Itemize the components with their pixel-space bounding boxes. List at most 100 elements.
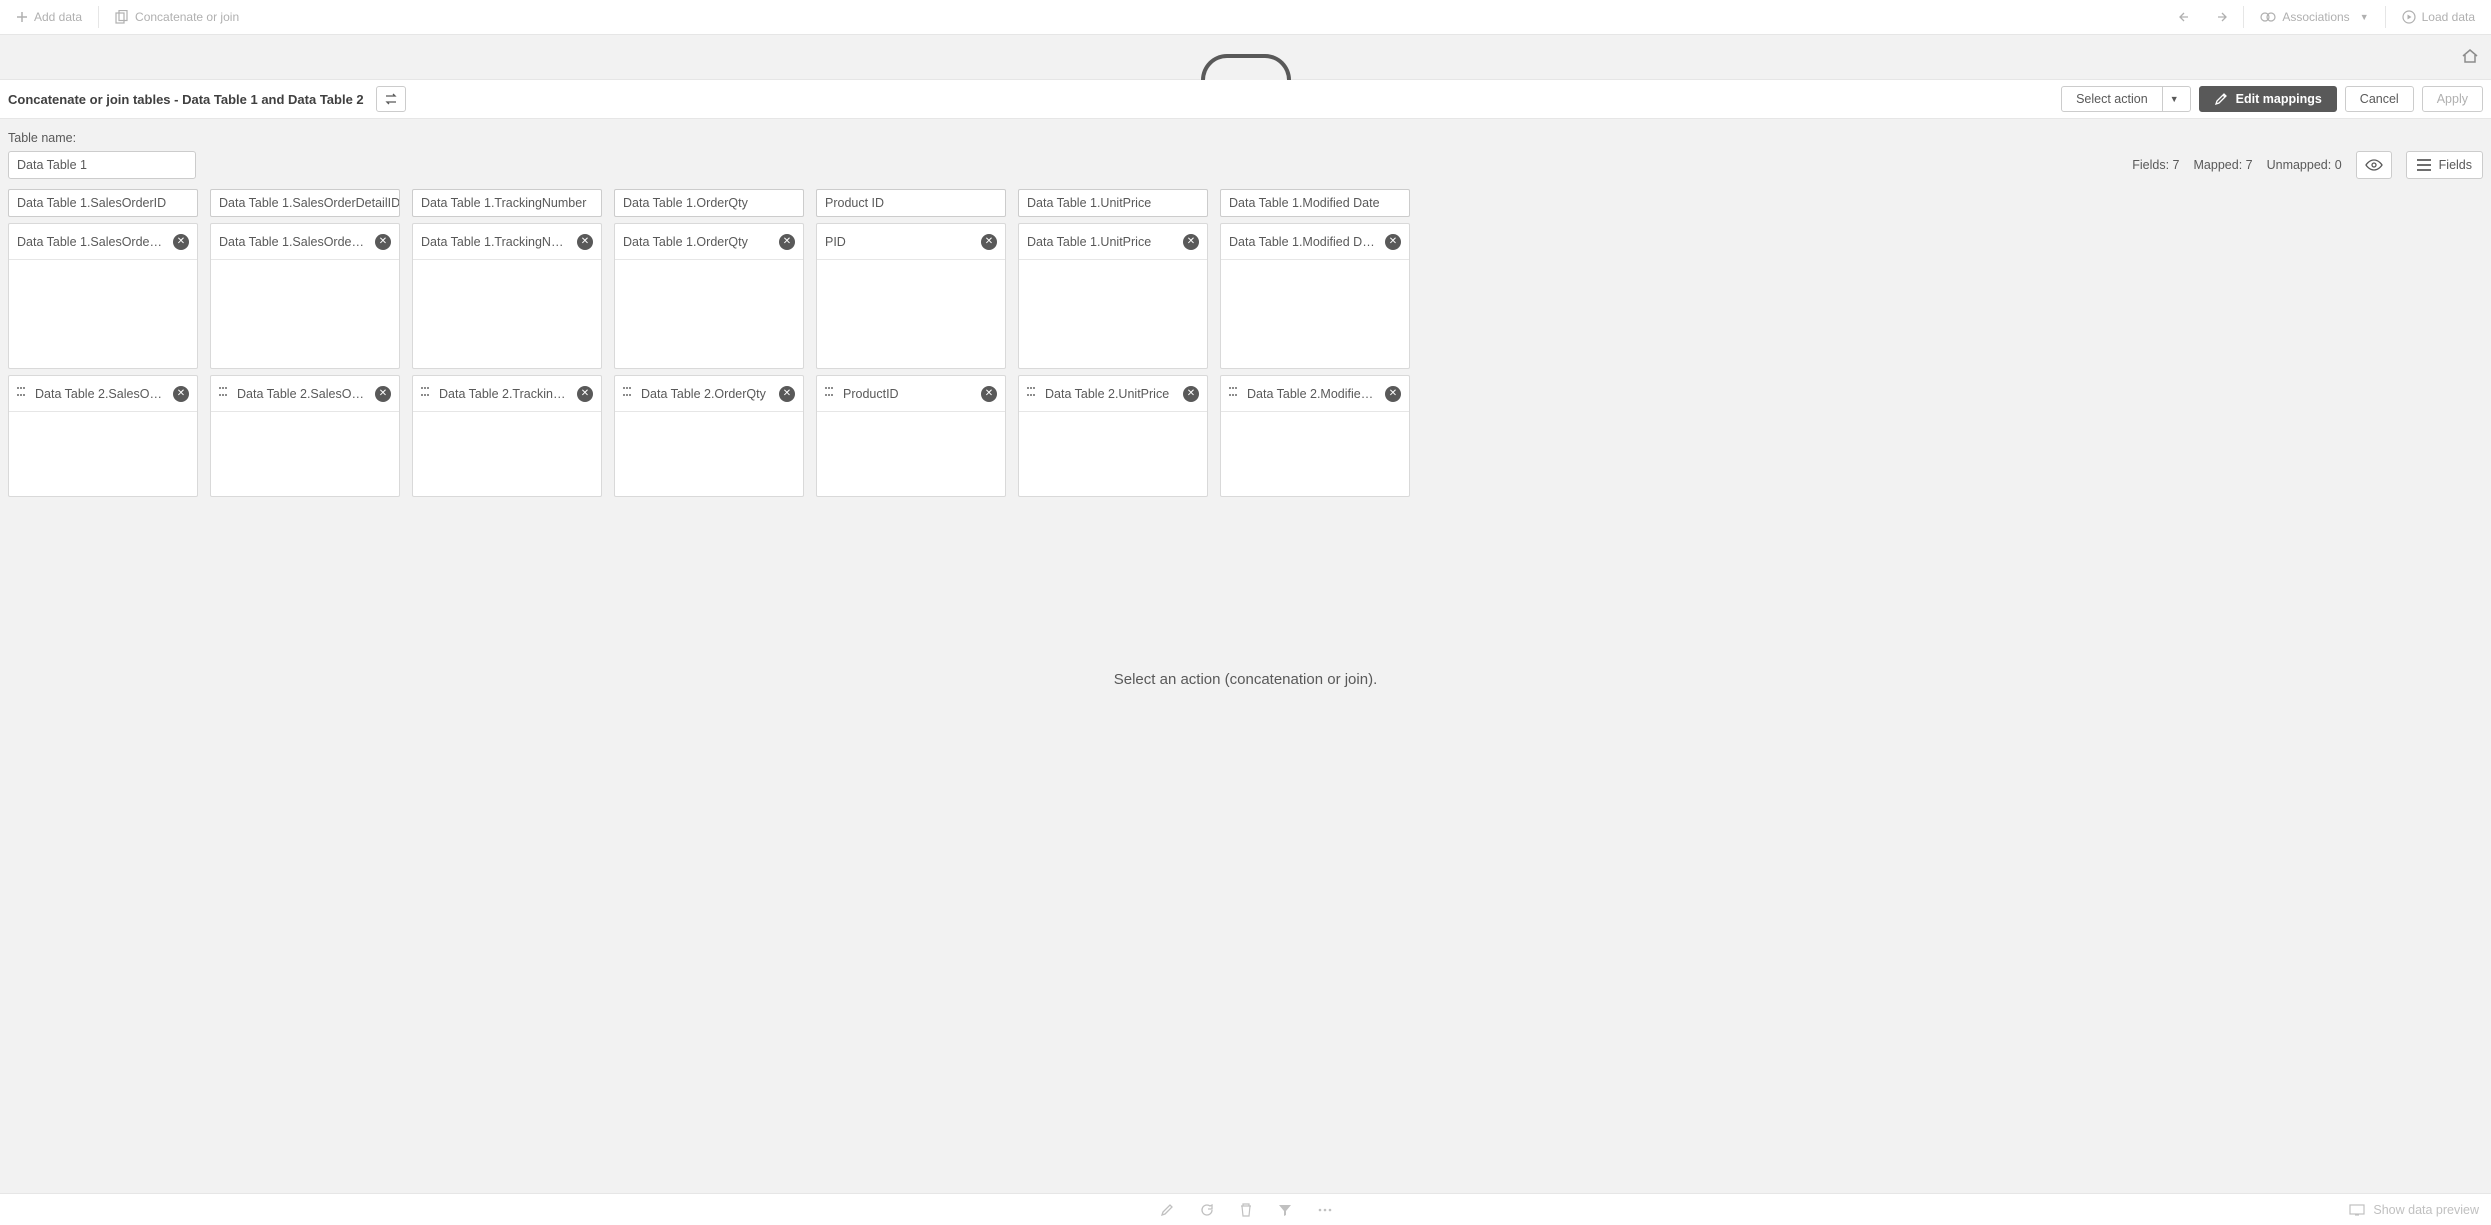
mapping-row[interactable]: Data Table 2.SalesOr… ✕ <box>211 376 399 412</box>
mapping-row[interactable]: PID ✕ <box>817 224 1005 260</box>
cancel-button[interactable]: Cancel <box>2345 86 2414 112</box>
mapping-card-source: Data Table 1.SalesOrderID ✕ <box>8 223 198 369</box>
mapping-card-source: Data Table 1.SalesOrder…✕ <box>210 223 400 369</box>
mapping-card-source: Data Table 1.OrderQty✕ <box>614 223 804 369</box>
mapping-card-target: Data Table 2.Modifie…✕ <box>1220 375 1410 497</box>
monitor-icon <box>2349 1204 2365 1216</box>
mapping-row[interactable]: Data Table 1.Modified Date ✕ <box>1221 224 1409 260</box>
mapping-card-target: ProductID ✕ <box>816 375 1006 497</box>
mapping-field-label: Data Table 1.UnitPrice <box>1027 235 1175 249</box>
select-action-label: Select action <box>2076 92 2148 106</box>
eye-icon <box>2365 159 2383 171</box>
mapping-field-label: PID <box>825 235 973 249</box>
mapping-card-target: Data Table 2.Trackin…✕ <box>412 375 602 497</box>
load-data-button[interactable]: Load data <box>2394 6 2483 28</box>
grip-icon[interactable] <box>825 387 835 401</box>
mapping-row[interactable]: Data Table 2.Modifie…✕ <box>1221 376 1409 412</box>
column-header[interactable]: Product ID <box>816 189 1006 217</box>
column: Data Table 1.SalesOrderDetailID Data Tabl… <box>210 189 400 497</box>
clear-icon[interactable]: ✕ <box>173 386 189 402</box>
mapping-row[interactable]: Data Table 1.SalesOrder…✕ <box>211 224 399 260</box>
clear-icon[interactable]: ✕ <box>779 234 795 250</box>
mapping-field-label: ProductID <box>843 387 973 401</box>
redo-button[interactable] <box>2205 7 2235 27</box>
edit-mappings-label: Edit mappings <box>2236 92 2322 106</box>
mapping-row[interactable]: Data Table 2.UnitPrice✕ <box>1019 376 1207 412</box>
clear-icon[interactable]: ✕ <box>1183 386 1199 402</box>
arc-handle[interactable] <box>1201 54 1291 80</box>
bottom-delete-icon[interactable] <box>1240 1203 1252 1217</box>
column-header[interactable]: Data Table 1.UnitPrice <box>1018 189 1208 217</box>
column-header[interactable]: Data Table 1.TrackingNumber <box>412 189 602 217</box>
column-header[interactable]: Data Table 1.SalesOrderID <box>8 189 198 217</box>
column-header[interactable]: Data Table 1.SalesOrderDetailID <box>210 189 400 217</box>
load-data-label: Load data <box>2422 10 2475 24</box>
column: Data Table 1.UnitPriceData Table 1.UnitP… <box>1018 189 1208 497</box>
toolbar-divider <box>2385 6 2386 28</box>
grip-icon[interactable] <box>1229 387 1239 401</box>
mapping-field-label: Data Table 1.Modified Date <box>1229 235 1377 249</box>
mapping-row[interactable]: Data Table 1.OrderQty✕ <box>615 224 803 260</box>
mapping-row[interactable]: Data Table 1.UnitPrice ✕ <box>1019 224 1207 260</box>
bottom-refresh-icon[interactable] <box>1200 1203 1214 1217</box>
select-action-dropdown[interactable]: Select action ▼ <box>2061 86 2191 112</box>
header-title: Concatenate or join tables - Data Table … <box>8 92 364 107</box>
fields-stat: Fields: 7 <box>2132 158 2179 172</box>
clear-icon[interactable]: ✕ <box>375 234 391 250</box>
clear-icon[interactable]: ✕ <box>577 386 593 402</box>
clear-icon[interactable]: ✕ <box>1385 234 1401 250</box>
columns-area: Data Table 1.SalesOrderIDData Table 1.Sa… <box>0 185 2491 501</box>
mapping-row[interactable]: Data Table 1.SalesOrderID ✕ <box>9 224 197 260</box>
clear-icon[interactable]: ✕ <box>981 234 997 250</box>
mapping-field-label: Data Table 2.SalesOr… <box>237 387 367 401</box>
column-header[interactable]: Data Table 1.Modified Date <box>1220 189 1410 217</box>
mapping-card-source: PID ✕ <box>816 223 1006 369</box>
edit-mappings-button[interactable]: Edit mappings <box>2199 86 2337 112</box>
mapping-field-label: Data Table 1.SalesOrderID <box>17 235 165 249</box>
mapping-row[interactable]: ProductID ✕ <box>817 376 1005 412</box>
clear-icon[interactable]: ✕ <box>173 234 189 250</box>
mapping-row[interactable]: Data Table 2.OrderQty✕ <box>615 376 803 412</box>
clear-icon[interactable]: ✕ <box>1385 386 1401 402</box>
list-icon <box>2417 159 2431 171</box>
bottom-more-icon[interactable] <box>1318 1208 1332 1212</box>
bottom-filter-icon[interactable] <box>1278 1203 1292 1217</box>
plus-icon <box>16 11 28 23</box>
mapping-row[interactable]: Data Table 1.TrackingNu… ✕ <box>413 224 601 260</box>
clear-icon[interactable]: ✕ <box>375 386 391 402</box>
meta-row: Table name: Fields: 7 Mapped: 7 Unmapped… <box>0 119 2491 185</box>
chevron-down-icon: ▼ <box>2360 12 2369 22</box>
home-button[interactable] <box>2461 47 2479 65</box>
bottom-edit-icon[interactable] <box>1160 1203 1174 1217</box>
mapped-stat: Mapped: 7 <box>2194 158 2253 172</box>
table-name-input[interactable] <box>8 151 196 179</box>
grip-icon[interactable] <box>17 387 27 401</box>
grip-icon[interactable] <box>219 387 229 401</box>
clear-icon[interactable]: ✕ <box>779 386 795 402</box>
grip-icon[interactable] <box>421 387 431 401</box>
fields-button[interactable]: Fields <box>2406 151 2483 179</box>
associations-button[interactable]: Associations ▼ <box>2252 6 2376 28</box>
mapping-row[interactable]: Data Table 2.Trackin…✕ <box>413 376 601 412</box>
grip-icon[interactable] <box>1027 387 1037 401</box>
show-data-preview-label: Show data preview <box>2373 1203 2479 1217</box>
clear-icon[interactable]: ✕ <box>1183 234 1199 250</box>
swap-button[interactable] <box>376 86 406 112</box>
undo-button[interactable] <box>2171 7 2201 27</box>
clear-icon[interactable]: ✕ <box>577 234 593 250</box>
column-header[interactable]: Data Table 1.OrderQty <box>614 189 804 217</box>
spacer-strip <box>0 35 2491 79</box>
pencil-icon <box>2214 92 2228 106</box>
clear-icon[interactable]: ✕ <box>981 386 997 402</box>
concat-join-button[interactable]: Concatenate or join <box>107 6 247 28</box>
mapping-row[interactable]: Data Table 2.SalesOr…✕ <box>9 376 197 412</box>
show-data-preview-button[interactable]: Show data preview <box>2349 1203 2479 1217</box>
header-bar: Concatenate or join tables - Data Table … <box>0 79 2491 119</box>
preview-toggle-button[interactable] <box>2356 151 2392 179</box>
unmapped-stat: Unmapped: 0 <box>2267 158 2342 172</box>
add-data-button[interactable]: Add data <box>8 6 90 28</box>
mapping-field-label: Data Table 1.TrackingNu… <box>421 235 569 249</box>
column: Data Table 1.Modified DateData Table 1.M… <box>1220 189 1410 497</box>
grip-icon[interactable] <box>623 387 633 401</box>
apply-button[interactable]: Apply <box>2422 86 2483 112</box>
